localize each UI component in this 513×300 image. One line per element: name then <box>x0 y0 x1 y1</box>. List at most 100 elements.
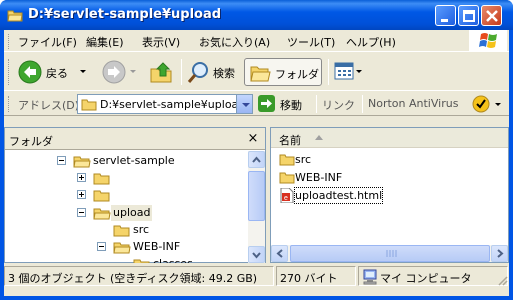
folder-pane-close-button[interactable]: × <box>245 131 261 146</box>
search-label: 検索 <box>213 67 235 80</box>
status-objects-cell: 3 個のオブジェクト (空きディスク領域: 49.2 GB) <box>4 266 274 286</box>
tree-item-label: src <box>133 223 150 236</box>
address-separator <box>362 95 363 113</box>
back-dropdown-icon[interactable] <box>80 70 86 73</box>
folder-pane-vertical-scrollbar[interactable] <box>248 151 265 263</box>
toolbar-separator <box>181 59 182 85</box>
menu-edit[interactable]: 編集(E) <box>86 34 124 50</box>
address-bar: アドレス(D) D:¥servlet-sample¥upload 移動 リンク … <box>4 92 509 116</box>
address-dropdown-button[interactable] <box>236 95 252 113</box>
folder-icon <box>93 173 110 185</box>
sort-ascending-icon <box>315 135 323 140</box>
collapse-icon[interactable] <box>77 208 86 217</box>
collapse-icon[interactable] <box>57 156 66 165</box>
svg-text:e: e <box>284 195 288 202</box>
menu-favorites[interactable]: お気に入り(A) <box>199 34 270 50</box>
tree-item-label: WEB-INF <box>133 240 181 253</box>
scroll-thumb[interactable] <box>290 245 490 262</box>
norton-label[interactable]: Norton AntiVirus <box>368 97 458 110</box>
status-location-cell: マイ コンピュータ <box>358 266 508 286</box>
file-list-pane: 名前 src WEB-INF e uploadtest.html <box>270 127 509 263</box>
file-name: WEB-INF <box>295 171 343 184</box>
status-location: マイ コンピュータ <box>380 272 472 285</box>
status-bar: 3 個のオブジェクト (空きディスク領域: 49.2 GB) 270 バイト マ… <box>4 264 509 296</box>
scroll-down-button[interactable] <box>248 246 265 263</box>
folder-pane-title: フォルダ <box>9 135 53 148</box>
views-button[interactable] <box>334 61 362 83</box>
title-bar[interactable]: D:¥servlet-sample¥upload <box>0 0 513 30</box>
chevron-down-icon <box>242 103 250 107</box>
go-label[interactable]: 移動 <box>280 97 302 113</box>
chevron-down-icon <box>252 252 261 259</box>
close-button[interactable] <box>481 5 502 26</box>
expand-icon[interactable] <box>77 190 86 199</box>
chevron-right-icon <box>497 249 504 258</box>
folders-icon <box>250 66 271 82</box>
norton-shield-icon[interactable] <box>472 95 490 113</box>
menu-file[interactable]: ファイル(F) <box>18 34 77 50</box>
open-folder-icon <box>93 208 111 220</box>
folder-icon <box>279 172 295 184</box>
folder-icon <box>73 156 91 168</box>
scroll-left-button[interactable] <box>271 245 288 262</box>
file-name: src <box>295 153 312 166</box>
maximize-button[interactable] <box>458 5 479 26</box>
my-computer-icon <box>363 269 377 285</box>
file-pane-horizontal-scrollbar[interactable] <box>271 245 508 262</box>
views-icon <box>334 62 354 80</box>
forward-button[interactable] <box>94 58 136 86</box>
address-value: D:¥servlet-sample¥upload <box>100 98 246 111</box>
folder-icon <box>133 259 150 263</box>
chevron-up-icon <box>252 156 261 163</box>
go-button[interactable] <box>258 95 275 112</box>
thumb-grip-icon <box>386 250 397 257</box>
column-header-name[interactable]: 名前 <box>271 128 508 148</box>
toolbar-separator <box>328 59 329 85</box>
folder-icon <box>81 99 97 111</box>
scroll-right-button[interactable] <box>491 245 508 262</box>
forward-dropdown-icon[interactable] <box>130 70 136 73</box>
folders-label: フォルダ <box>275 68 319 81</box>
tree-item-label: upload <box>111 205 153 221</box>
windows-logo-icon <box>469 30 507 52</box>
scroll-up-button[interactable] <box>248 151 265 168</box>
folder-icon <box>279 154 295 166</box>
folders-button[interactable]: フォルダ <box>244 58 322 86</box>
file-name: uploadtest.html <box>293 187 384 204</box>
tree-item-label: servlet-sample <box>93 154 175 167</box>
html-file-icon: e <box>280 188 294 203</box>
search-button[interactable]: 検索 <box>187 58 239 86</box>
expand-icon[interactable] <box>77 173 86 182</box>
scroll-thumb[interactable] <box>248 171 265 221</box>
window-frame: ファイル(F) 編集(E) 表示(V) お気に入り(A) ツール(T) ヘルプ(… <box>4 30 509 296</box>
address-label: アドレス(D) <box>18 99 80 112</box>
forward-arrow-icon <box>102 60 126 84</box>
toolbar-grip[interactable] <box>8 59 11 85</box>
close-icon <box>486 10 498 22</box>
go-arrow-icon <box>261 99 272 108</box>
norton-dropdown-icon[interactable] <box>495 103 501 106</box>
up-folder-icon[interactable] <box>149 60 175 84</box>
back-button[interactable]: 戻る <box>18 58 90 86</box>
menu-grip[interactable] <box>8 34 11 49</box>
links-label[interactable]: リンク <box>322 97 355 113</box>
address-field[interactable]: D:¥servlet-sample¥upload <box>77 94 253 114</box>
tree-item-label: classes <box>151 256 195 263</box>
address-grip[interactable] <box>8 96 11 112</box>
menu-help[interactable]: ヘルプ(H) <box>346 34 396 50</box>
explorer-window: D:¥servlet-sample¥upload ファイル(F) 編集(E) 表… <box>0 0 513 300</box>
folder-icon <box>113 225 130 237</box>
back-label: 戻る <box>46 67 68 80</box>
menu-tools[interactable]: ツール(T) <box>287 34 335 50</box>
status-size-cell: 270 バイト <box>276 266 356 286</box>
standard-toolbar: 戻る 検索 フォルダ <box>4 53 509 91</box>
address-separator <box>316 95 317 113</box>
folder-icon <box>93 190 110 202</box>
menu-view[interactable]: 表示(V) <box>142 34 180 50</box>
folder-icon <box>7 10 23 22</box>
status-objects: 3 個のオブジェクト (空きディスク領域: 49.2 GB) <box>8 272 258 285</box>
minimize-button[interactable] <box>435 5 456 26</box>
resize-grip-icon[interactable] <box>496 274 508 286</box>
collapse-icon[interactable] <box>97 242 106 251</box>
column-header-label: 名前 <box>279 134 301 147</box>
